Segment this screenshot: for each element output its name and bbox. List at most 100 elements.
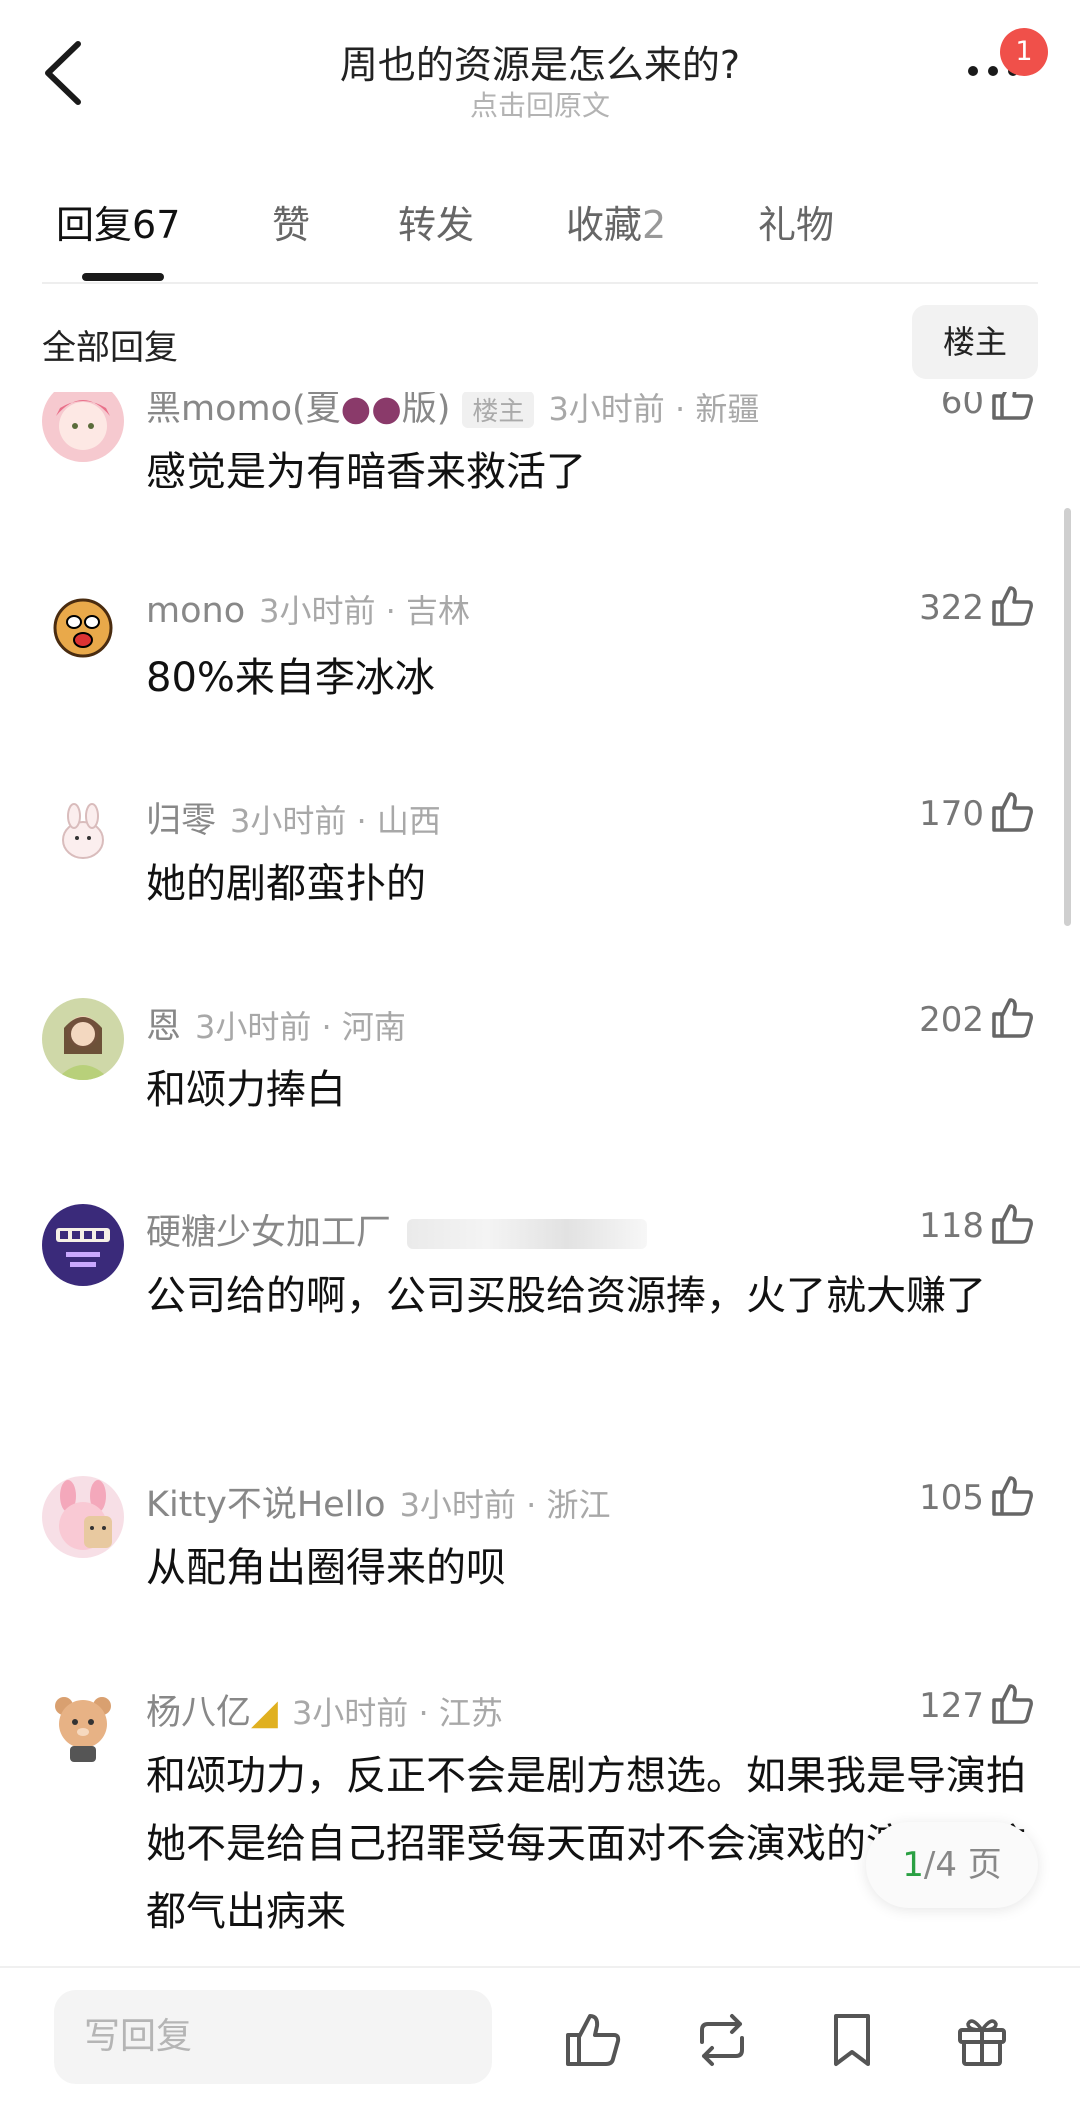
repost-button[interactable]: [690, 2008, 754, 2072]
avatar[interactable]: [42, 1684, 124, 1766]
duck-emoji-icon: ◢: [251, 1693, 278, 1733]
like-button[interactable]: 60: [880, 392, 1040, 428]
tab-label: 赞: [272, 203, 311, 247]
comment-meta: 归零 3小时前 · 山西: [146, 792, 441, 841]
username[interactable]: Kitty不说Hello: [146, 1485, 386, 1525]
thumbs-up-icon: [992, 792, 1033, 832]
scrollbar[interactable]: [1064, 508, 1071, 926]
blurred-region: [407, 1219, 648, 1249]
like-button[interactable]: 322: [880, 586, 1040, 634]
comment-text: 感觉是为有暗香来救活了: [146, 449, 586, 495]
notification-badge: 1: [1000, 28, 1048, 76]
username[interactable]: 黑momo(夏: [146, 392, 341, 429]
comment-time: 3小时前 · 江苏: [291, 1694, 503, 1732]
divider: [42, 282, 1038, 284]
avatar[interactable]: [42, 1476, 124, 1558]
page-indicator[interactable]: 1/4 页: [866, 1822, 1038, 1908]
tab-count: 2: [642, 203, 667, 247]
comment-text: 和颂力捧白: [146, 1067, 346, 1113]
avatar[interactable]: [42, 792, 124, 874]
divider: [0, 1966, 1080, 1968]
thumbs-up-icon: [992, 998, 1033, 1038]
tab-count: 67: [132, 203, 181, 247]
comment-meta: 黑momo(夏●●版) 楼主 3小时前 · 新疆: [146, 392, 759, 429]
avatar[interactable]: [42, 392, 124, 462]
like-button[interactable]: 127: [880, 1684, 1040, 1732]
bookmark-icon: [834, 2014, 870, 2066]
like-count: 170: [919, 794, 984, 834]
cartoon-dog-avatar-icon: [42, 586, 124, 668]
like-count: 322: [919, 588, 984, 628]
thumbs-up-icon: [992, 1684, 1033, 1724]
tab-label: 转发: [398, 203, 475, 247]
thumbs-up-icon: [566, 2014, 621, 2066]
comment-time: 3小时前 · 吉林: [259, 592, 470, 630]
pink-character-avatar-icon: [42, 1476, 124, 1558]
op-only-filter-button[interactable]: 楼主: [912, 305, 1038, 379]
comment-text: 从配角出圈得来的呗: [146, 1545, 506, 1591]
comment-list[interactable]: 黑momo(夏●●版) 楼主 3小时前 · 新疆 60 感觉是为有暗香来救活了 mo…: [0, 392, 1080, 1966]
comment-text: 她的剧都蛮扑的: [146, 861, 426, 907]
bear-avatar-icon: [42, 1684, 124, 1766]
like-button[interactable]: 118: [880, 1204, 1040, 1252]
like-button[interactable]: 202: [880, 998, 1040, 1046]
tab-gifts[interactable]: 礼物: [758, 194, 834, 249]
like-button[interactable]: 170: [880, 792, 1040, 840]
like-count: 60: [940, 392, 984, 422]
total-pages: /4 页: [923, 1845, 1002, 1885]
comment-meta: 恩 3小时前 · 河南: [146, 998, 406, 1047]
gift-button[interactable]: [950, 2008, 1014, 2072]
comment-meta: 硬糖少女加工厂: [146, 1204, 648, 1253]
avatar[interactable]: [42, 1204, 124, 1286]
section-label: 全部回复: [42, 328, 178, 368]
repost-icon: [700, 2014, 744, 2066]
like-count: 118: [919, 1206, 984, 1246]
current-page: 1: [902, 1845, 924, 1885]
active-tab-indicator: [82, 273, 164, 281]
like-count: 127: [919, 1686, 984, 1726]
back-to-original-link[interactable]: 点击回原文: [0, 84, 1080, 124]
photo-avatar-icon: [42, 998, 124, 1080]
username[interactable]: 归零: [146, 801, 216, 841]
grape-emoji-icon: ●●: [340, 392, 402, 429]
bookmark-button[interactable]: [820, 2008, 884, 2072]
avatar[interactable]: [42, 998, 124, 1080]
like-button[interactable]: 105: [880, 1476, 1040, 1524]
reply-input[interactable]: 写回复: [54, 1990, 492, 2084]
comment-meta: Kitty不说Hello 3小时前 · 浙江: [146, 1476, 610, 1525]
username-suffix: 版): [401, 392, 451, 429]
tab-label: 礼物: [758, 203, 835, 247]
like-post-button[interactable]: [560, 2008, 624, 2072]
username[interactable]: 恩: [146, 1007, 181, 1047]
comment-text: 80%来自李冰冰: [146, 655, 435, 701]
anime-girl-avatar-icon: [42, 392, 124, 462]
cartoon-bunny-avatar-icon: [42, 792, 124, 874]
avatar[interactable]: [42, 586, 124, 668]
like-count: 105: [919, 1478, 984, 1518]
comment-time: 3小时前 · 山西: [230, 802, 441, 840]
comment-time: 3小时前 · 浙江: [399, 1486, 611, 1524]
comment-meta: mono 3小时前 · 吉林: [146, 586, 470, 631]
tab-label: 收藏: [566, 203, 643, 247]
candy-factory-avatar-icon: [42, 1204, 124, 1286]
comment-time: 3小时前 · 河南: [195, 1008, 406, 1046]
username[interactable]: 硬糖少女加工厂: [146, 1213, 391, 1253]
gift-icon: [958, 2019, 1006, 2066]
tab-reposts[interactable]: 转发: [398, 194, 474, 249]
post-title[interactable]: 周也的资源是怎么来的?: [0, 34, 1080, 89]
comment-text: 公司给的啊，公司买股给资源捧，火了就大赚了: [146, 1273, 986, 1319]
op-tag: 楼主: [462, 392, 535, 428]
tab-label: 回复: [56, 203, 133, 247]
username[interactable]: 杨八亿: [146, 1693, 251, 1733]
like-count: 202: [919, 1000, 984, 1040]
thumbs-up-icon: [992, 586, 1033, 626]
thumbs-up-icon: [992, 1204, 1033, 1244]
comment-time: 3小时前 · 新疆: [548, 392, 760, 428]
thumbs-up-icon: [992, 1476, 1033, 1516]
tab-replies[interactable]: 回复67: [56, 194, 180, 249]
tab-favorites[interactable]: 收藏2: [566, 194, 666, 249]
username[interactable]: mono: [146, 591, 245, 631]
thumbs-up-icon: [992, 392, 1033, 420]
tab-likes[interactable]: 赞: [272, 194, 310, 249]
comment-meta: 杨八亿◢ 3小时前 · 江苏: [146, 1684, 503, 1733]
